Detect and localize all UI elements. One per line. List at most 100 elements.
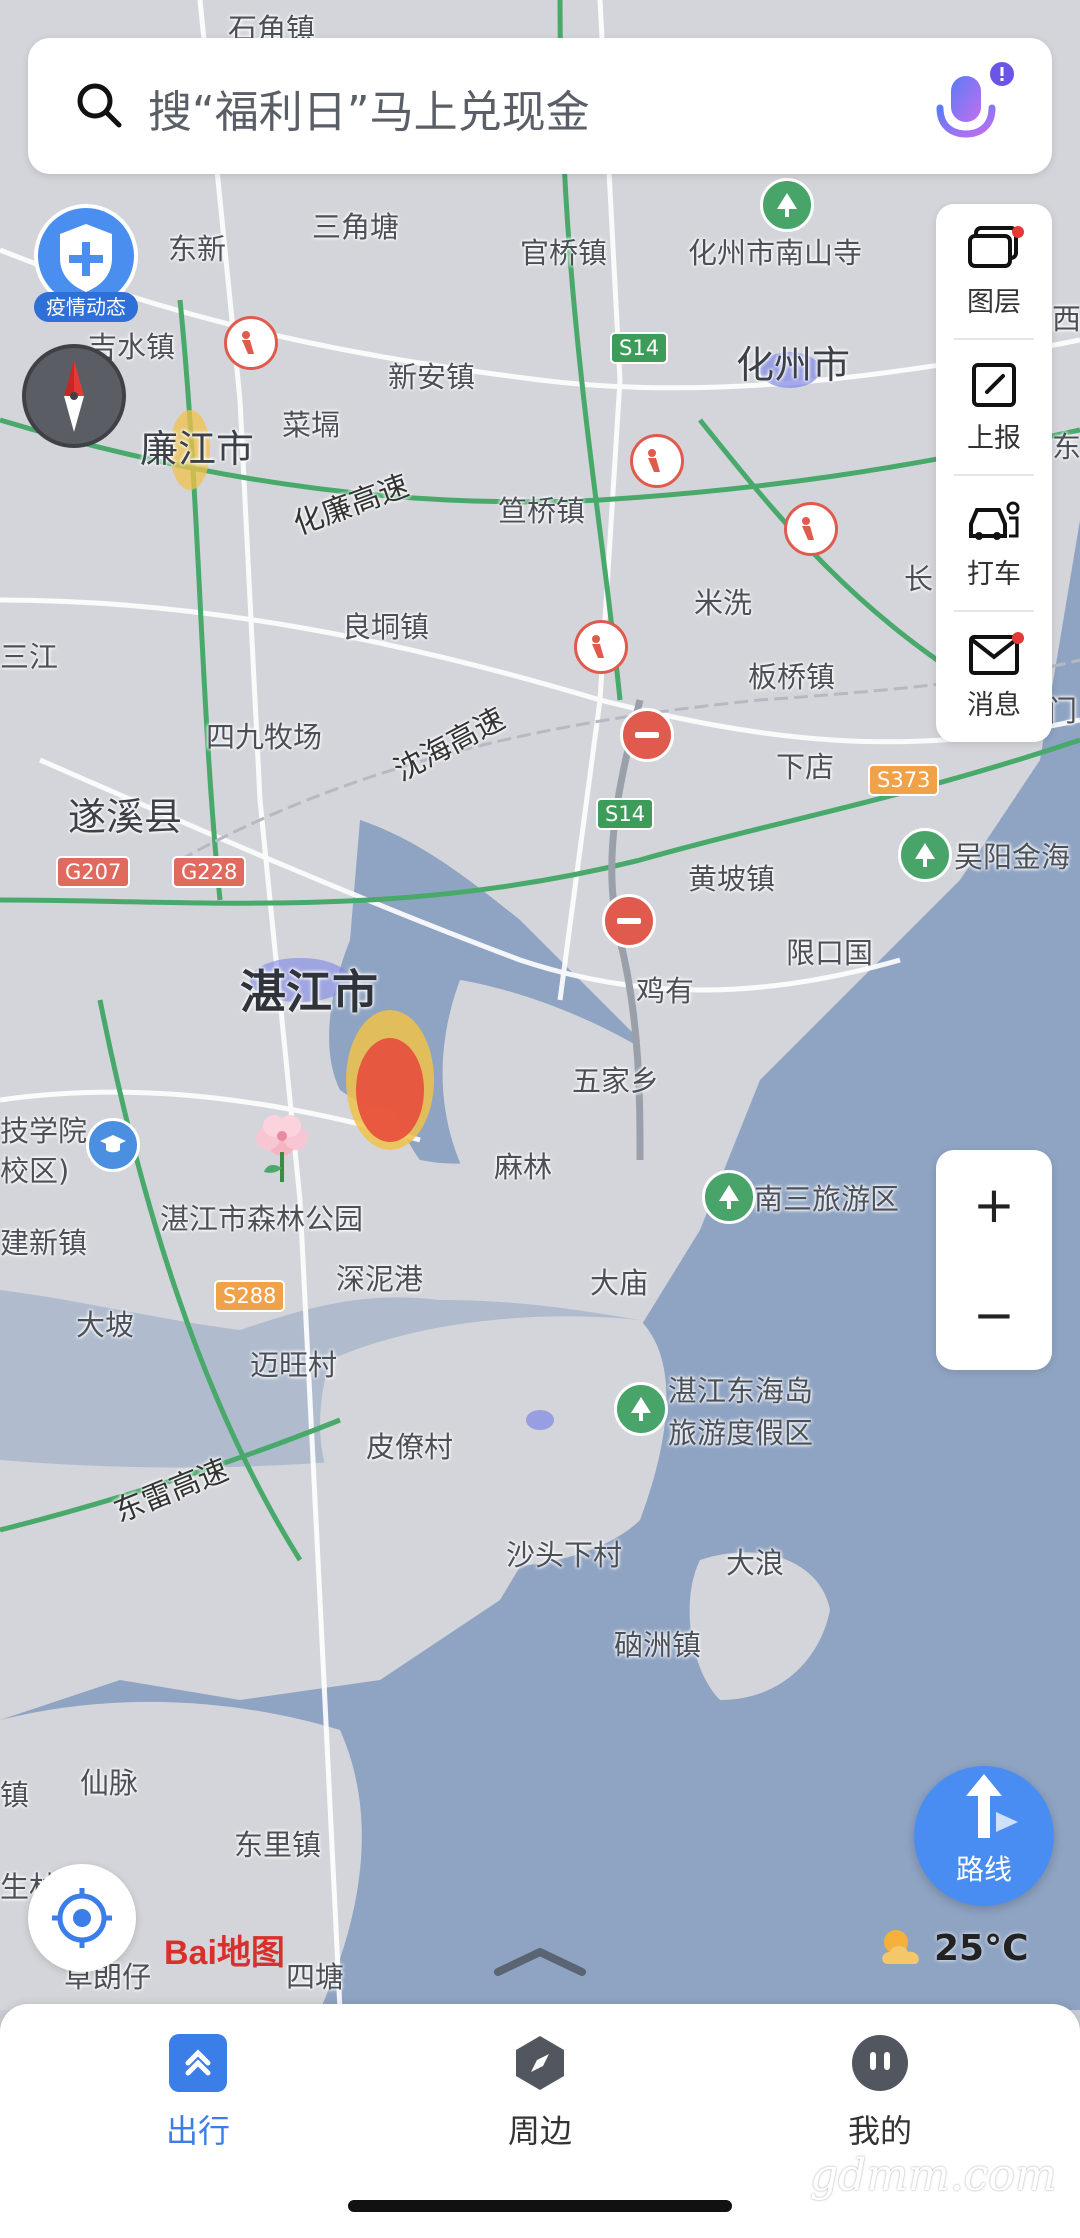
message-button[interactable]: 消息 bbox=[936, 610, 1052, 744]
scenic-tree-icon[interactable] bbox=[898, 828, 952, 882]
zoom-control: + − bbox=[936, 1150, 1052, 1370]
search-icon bbox=[77, 83, 122, 128]
map-label-town: 四塘 bbox=[286, 1960, 345, 1994]
locate-button[interactable] bbox=[28, 1864, 136, 1972]
nav-travel[interactable]: 出行 bbox=[98, 2034, 298, 2152]
map-label-town: 大浪 bbox=[726, 1546, 785, 1580]
taxi-button[interactable]: 打车 bbox=[936, 476, 1052, 610]
map-label-town: 官桥镇 bbox=[520, 236, 608, 270]
map-label-town: 迈旺村 bbox=[250, 1348, 338, 1382]
nav-nearby-label: 周边 bbox=[507, 2112, 572, 2150]
map-label-town: 长 bbox=[904, 562, 934, 596]
map-label-town: 东 bbox=[1052, 430, 1080, 464]
map-label-poi: 湛江东海岛 bbox=[668, 1374, 814, 1408]
school-icon[interactable] bbox=[86, 1118, 140, 1172]
route-shield: S14 bbox=[610, 332, 669, 364]
scenic-tree-icon[interactable] bbox=[614, 1382, 668, 1436]
map-label-town: 仙脉 bbox=[80, 1766, 139, 1800]
weather-widget[interactable]: 25°C bbox=[874, 1924, 1029, 1976]
watermark: gdmm.com bbox=[810, 2150, 1057, 2201]
route-shield: S14 bbox=[596, 798, 655, 830]
nav-nearby[interactable]: 周边 bbox=[440, 2034, 640, 2152]
map-label-poi: 旅游度假区 bbox=[668, 1416, 814, 1450]
travel-icon bbox=[169, 2034, 227, 2092]
nav-profile[interactable]: 我的 bbox=[780, 2034, 980, 2152]
route-shield: G207 bbox=[56, 856, 131, 888]
search-bar[interactable]: 搜“福利日”马上兑现金 bbox=[28, 38, 1052, 174]
map-label-town: 皮僚村 bbox=[366, 1430, 454, 1464]
temperature-text: 25°C bbox=[934, 1928, 1029, 1969]
map-toolbar: 图层 上报 打车 消息 bbox=[936, 204, 1052, 742]
compass-icon[interactable] bbox=[22, 344, 126, 448]
road-work-icon[interactable] bbox=[630, 434, 684, 488]
map-label-town: 下店 bbox=[776, 750, 835, 784]
map-label-town: 三江 bbox=[0, 640, 59, 674]
taxi-label: 打车 bbox=[967, 558, 1021, 590]
scenic-tree-icon[interactable] bbox=[702, 1170, 756, 1224]
partly-cloudy-icon bbox=[882, 1930, 919, 1964]
map-label-town: 镇 bbox=[0, 1778, 30, 1812]
epidemic-status-button[interactable]: 疫情动态 bbox=[28, 204, 144, 322]
map-label-town: 东里镇 bbox=[234, 1828, 322, 1862]
home-indicator[interactable] bbox=[348, 2200, 732, 2212]
map-label-town: 板桥镇 bbox=[748, 660, 836, 694]
park-flower-icon[interactable] bbox=[244, 1112, 320, 1188]
route-button[interactable]: 路线 bbox=[914, 1766, 1054, 1906]
voice-mic-icon[interactable] bbox=[916, 60, 1016, 160]
nav-travel-label: 出行 bbox=[165, 2112, 230, 2150]
map-label-town: 技学院 bbox=[0, 1114, 88, 1148]
map-label-town: 米洗 bbox=[694, 586, 753, 620]
report-button[interactable]: 上报 bbox=[936, 340, 1052, 474]
map-label-town: 校区) bbox=[0, 1154, 70, 1188]
search-input[interactable]: 搜“福利日”马上兑现金 bbox=[148, 76, 590, 140]
report-label: 上报 bbox=[967, 422, 1021, 454]
map-canvas[interactable]: 石角镇 三角塘 东新 官桥镇 化州市南山寺 化州市 吉水镇 新安镇 菜塥 廉江市… bbox=[0, 0, 1080, 2011]
epidemic-label: 疫情动态 bbox=[34, 292, 138, 322]
map-label-town: 大庙 bbox=[590, 1266, 649, 1300]
route-arrow-icon bbox=[966, 1774, 1018, 1838]
map-label-city-main: 湛江市 bbox=[240, 965, 378, 1019]
route-shield: S373 bbox=[868, 764, 940, 796]
map-label-town: 化州市南山寺 bbox=[688, 236, 863, 270]
no-entry-icon[interactable] bbox=[602, 894, 656, 948]
map-label-town: 鸡有 bbox=[636, 974, 695, 1008]
nav-profile-label: 我的 bbox=[847, 2112, 912, 2150]
crosshair-icon bbox=[52, 1888, 112, 1948]
road-work-icon[interactable] bbox=[224, 316, 278, 370]
map-label-town: 黄坡镇 bbox=[688, 862, 776, 896]
map-label-town: 硇洲镇 bbox=[614, 1628, 702, 1662]
route-label: 路线 bbox=[955, 1853, 1012, 1886]
profile-icon bbox=[851, 2034, 909, 2092]
layers-label: 图层 bbox=[967, 286, 1021, 318]
map-label-town: 三角塘 bbox=[312, 210, 400, 244]
map-label-poi: 湛江市森林公园 bbox=[160, 1202, 364, 1236]
road-work-icon[interactable] bbox=[574, 620, 628, 674]
notification-dot bbox=[1012, 632, 1024, 644]
map-label-city: 遂溪县 bbox=[68, 795, 183, 839]
road-work-icon[interactable] bbox=[784, 502, 838, 556]
map-label-town: 东新 bbox=[168, 232, 227, 266]
route-shield: G228 bbox=[172, 856, 247, 888]
map-label-town: 新安镇 bbox=[388, 360, 476, 394]
map-label-town: 良垌镇 bbox=[342, 610, 430, 644]
layers-button[interactable]: 图层 bbox=[936, 204, 1052, 338]
nearby-compass-icon bbox=[511, 2034, 569, 2092]
map-label-city: 廉江市 bbox=[140, 427, 255, 471]
map-label-town: 沙头下村 bbox=[506, 1538, 623, 1572]
baidu-map-logo: Bai地图 bbox=[164, 1934, 285, 1972]
map-label-town: 限口国 bbox=[786, 936, 874, 970]
notification-dot bbox=[1012, 226, 1024, 238]
no-entry-icon[interactable] bbox=[620, 708, 674, 762]
map-label-town: 大坡 bbox=[76, 1308, 135, 1342]
map-label-town: 西 bbox=[1052, 302, 1080, 336]
zoom-out-button[interactable]: − bbox=[936, 1260, 1052, 1370]
scenic-tree-icon[interactable] bbox=[760, 178, 814, 232]
map-label-town: 吴阳金海 bbox=[954, 840, 1071, 874]
map-label-town: 深泥港 bbox=[336, 1262, 424, 1296]
map-label-city: 化州市 bbox=[736, 343, 851, 387]
map-label-town: 菜塥 bbox=[282, 408, 341, 442]
map-label-town: 四九牧场 bbox=[206, 720, 323, 754]
map-label-town: 门 bbox=[1048, 694, 1078, 728]
chevron-up-icon[interactable] bbox=[494, 1946, 586, 1976]
zoom-in-button[interactable]: + bbox=[936, 1150, 1052, 1260]
